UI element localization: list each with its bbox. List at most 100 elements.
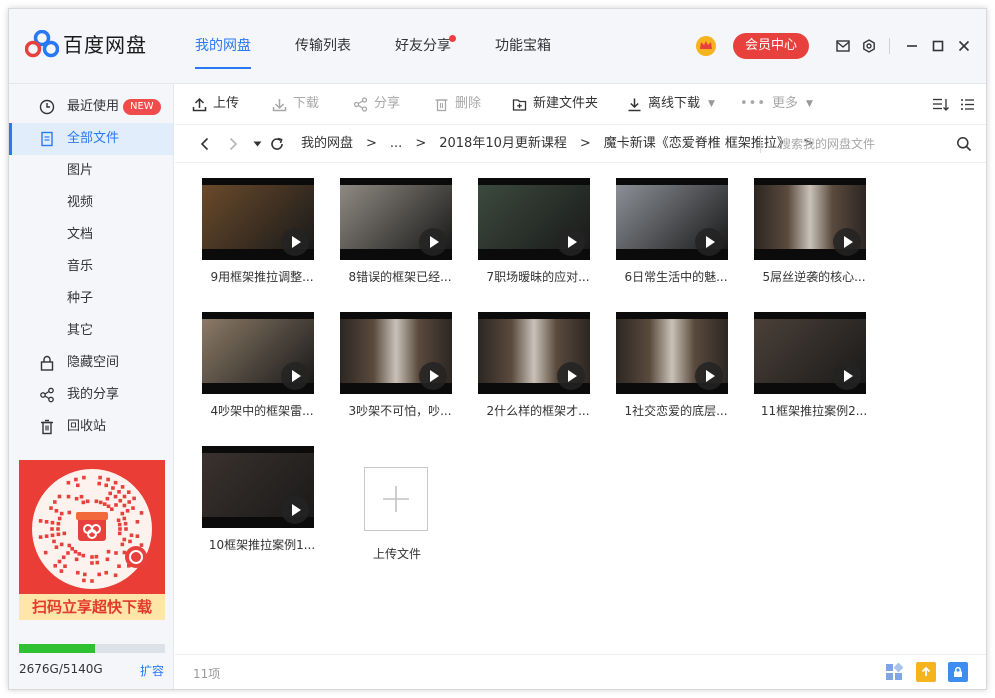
minimize-icon[interactable] <box>900 34 924 58</box>
forward-button[interactable] <box>223 134 243 154</box>
lock-icon[interactable] <box>948 662 968 682</box>
play-icon[interactable] <box>419 228 447 256</box>
upload-button[interactable]: 上传 <box>192 84 239 124</box>
new-badge: NEW <box>123 99 161 115</box>
back-button[interactable] <box>195 134 215 154</box>
sidebar-item-images[interactable]: 图片 <box>9 155 173 187</box>
sidebar-item-recycle-bin[interactable]: 回收站 <box>9 411 173 443</box>
sidebar-item-videos[interactable]: 视频 <box>9 187 173 219</box>
upload-label: 上传 <box>213 96 240 111</box>
play-icon[interactable] <box>833 362 861 390</box>
status-actions <box>872 662 968 682</box>
qr-code-icon <box>32 469 152 589</box>
upload-file-tile[interactable] <box>364 467 428 531</box>
download-label: 下载 <box>293 96 320 111</box>
breadcrumb-item[interactable]: 我的网盘 <box>301 125 353 163</box>
breadcrumb-separator: > <box>579 136 591 151</box>
app-name: 百度网盘 <box>63 33 147 57</box>
file-name: 2什么样的框架才... <box>486 404 590 418</box>
chevron-down-icon: ▼ <box>806 99 813 109</box>
play-icon[interactable] <box>281 496 309 524</box>
video-thumbnail <box>202 178 314 260</box>
breadcrumb-ellipsis[interactable]: ... <box>390 125 402 163</box>
maximize-icon[interactable] <box>926 34 950 58</box>
play-icon[interactable] <box>695 228 723 256</box>
sidebar-item-music[interactable]: 音乐 <box>9 251 173 283</box>
logo-icon <box>25 29 59 57</box>
offline-download-button[interactable]: 离线下载 ▼ <box>627 84 715 124</box>
sidebar-item-label: 全部文件 <box>67 131 120 146</box>
file-name: 6日常生活中的魅... <box>624 270 728 284</box>
video-thumbnail <box>478 312 590 394</box>
video-thumbnail <box>202 312 314 394</box>
sort-icon <box>933 98 949 111</box>
apps-icon[interactable] <box>884 662 904 682</box>
play-icon[interactable] <box>695 362 723 390</box>
list-view-icon <box>961 98 974 110</box>
tab-friend-share[interactable]: 好友分享 <box>395 9 456 84</box>
plus-icon <box>383 486 409 512</box>
breadcrumb-item[interactable]: 魔卡新课《恋爱脊椎 框架推拉》 <box>604 125 790 163</box>
tab-toolbox[interactable]: 功能宝箱 <box>495 9 551 84</box>
sidebar-item-label: 最近使用 <box>67 99 120 114</box>
sidebar: 最近使用 NEW 全部文件 图片 视频 文档 音乐 种子 其它 隐藏空间 我的分… <box>9 84 174 689</box>
settings-icon[interactable] <box>857 34 881 58</box>
lock-icon <box>40 355 54 371</box>
video-thumbnail <box>754 312 866 394</box>
download-button[interactable]: 下载 <box>272 84 319 124</box>
search-icon[interactable] <box>956 136 972 152</box>
app-logo: 百度网盘 <box>25 29 147 58</box>
play-icon[interactable] <box>419 362 447 390</box>
upload-icon[interactable] <box>916 662 936 682</box>
mail-icon[interactable] <box>831 34 855 58</box>
main-nav: 我的网盘 传输列表 好友分享 功能宝箱 <box>195 9 595 84</box>
file-name: 11框架推拉案例2... <box>760 404 868 418</box>
more-button[interactable]: ••• 更多 ▼ <box>740 84 813 124</box>
video-thumbnail <box>616 178 728 260</box>
refresh-button[interactable] <box>267 134 287 154</box>
play-icon[interactable] <box>281 362 309 390</box>
sidebar-item-all-files[interactable]: 全部文件 <box>9 123 173 155</box>
refresh-icon <box>271 137 283 150</box>
sidebar-item-documents[interactable]: 文档 <box>9 219 173 251</box>
delete-button[interactable]: 删除 <box>434 84 481 124</box>
sort-button[interactable] <box>932 84 956 124</box>
play-icon[interactable] <box>557 228 585 256</box>
file-name: 3吵架不可怕，吵... <box>348 404 452 418</box>
share-button[interactable]: 分享 <box>353 84 400 124</box>
new-folder-label: 新建文件夹 <box>533 96 599 111</box>
sidebar-item-recent[interactable]: 最近使用 NEW <box>9 91 173 123</box>
upload-file-label: 上传文件 <box>372 547 421 561</box>
share-label: 分享 <box>374 96 401 111</box>
download-icon <box>272 98 287 111</box>
share-icon <box>40 387 54 403</box>
tab-my-drive[interactable]: 我的网盘 <box>195 9 251 84</box>
play-icon[interactable] <box>557 362 585 390</box>
sidebar-item-my-shares[interactable]: 我的分享 <box>9 379 173 411</box>
item-count: 11项 <box>193 667 221 681</box>
offline-download-label: 离线下载 <box>648 96 701 111</box>
sidebar-item-other[interactable]: 其它 <box>9 315 173 347</box>
vip-center-button[interactable]: 会员中心 <box>732 33 809 59</box>
tab-transfer-list[interactable]: 传输列表 <box>295 9 351 84</box>
chevron-down-icon[interactable]: ▼ <box>708 84 715 124</box>
file-name: 1社交恋爱的底层... <box>624 404 728 418</box>
search-input[interactable] <box>779 133 949 155</box>
sidebar-item-hidden-space[interactable]: 隐藏空间 <box>9 347 173 379</box>
new-folder-button[interactable]: 新建文件夹 <box>512 84 598 124</box>
play-icon[interactable] <box>281 228 309 256</box>
address-divider <box>760 135 761 153</box>
quota-bar <box>19 644 165 653</box>
breadcrumb-item[interactable]: 2018年10月更新课程 <box>439 125 567 163</box>
promo-banner[interactable]: 扫码立享超快下载 <box>19 460 165 620</box>
play-icon[interactable] <box>833 228 861 256</box>
sidebar-item-label: 隐藏空间 <box>67 355 120 370</box>
toolbar: 上传 下载 分享 删除 新建文件夹 离线下载 ▼ ••• 更多 ▼ <box>175 84 986 125</box>
expand-storage-link[interactable]: 扩容 <box>140 662 164 679</box>
crown-icon[interactable] <box>695 35 717 57</box>
list-view-button[interactable] <box>960 84 981 124</box>
close-icon[interactable] <box>952 34 976 58</box>
sidebar-item-torrents[interactable]: 种子 <box>9 283 173 315</box>
trash-icon <box>435 98 448 111</box>
history-dropdown[interactable] <box>247 134 267 154</box>
